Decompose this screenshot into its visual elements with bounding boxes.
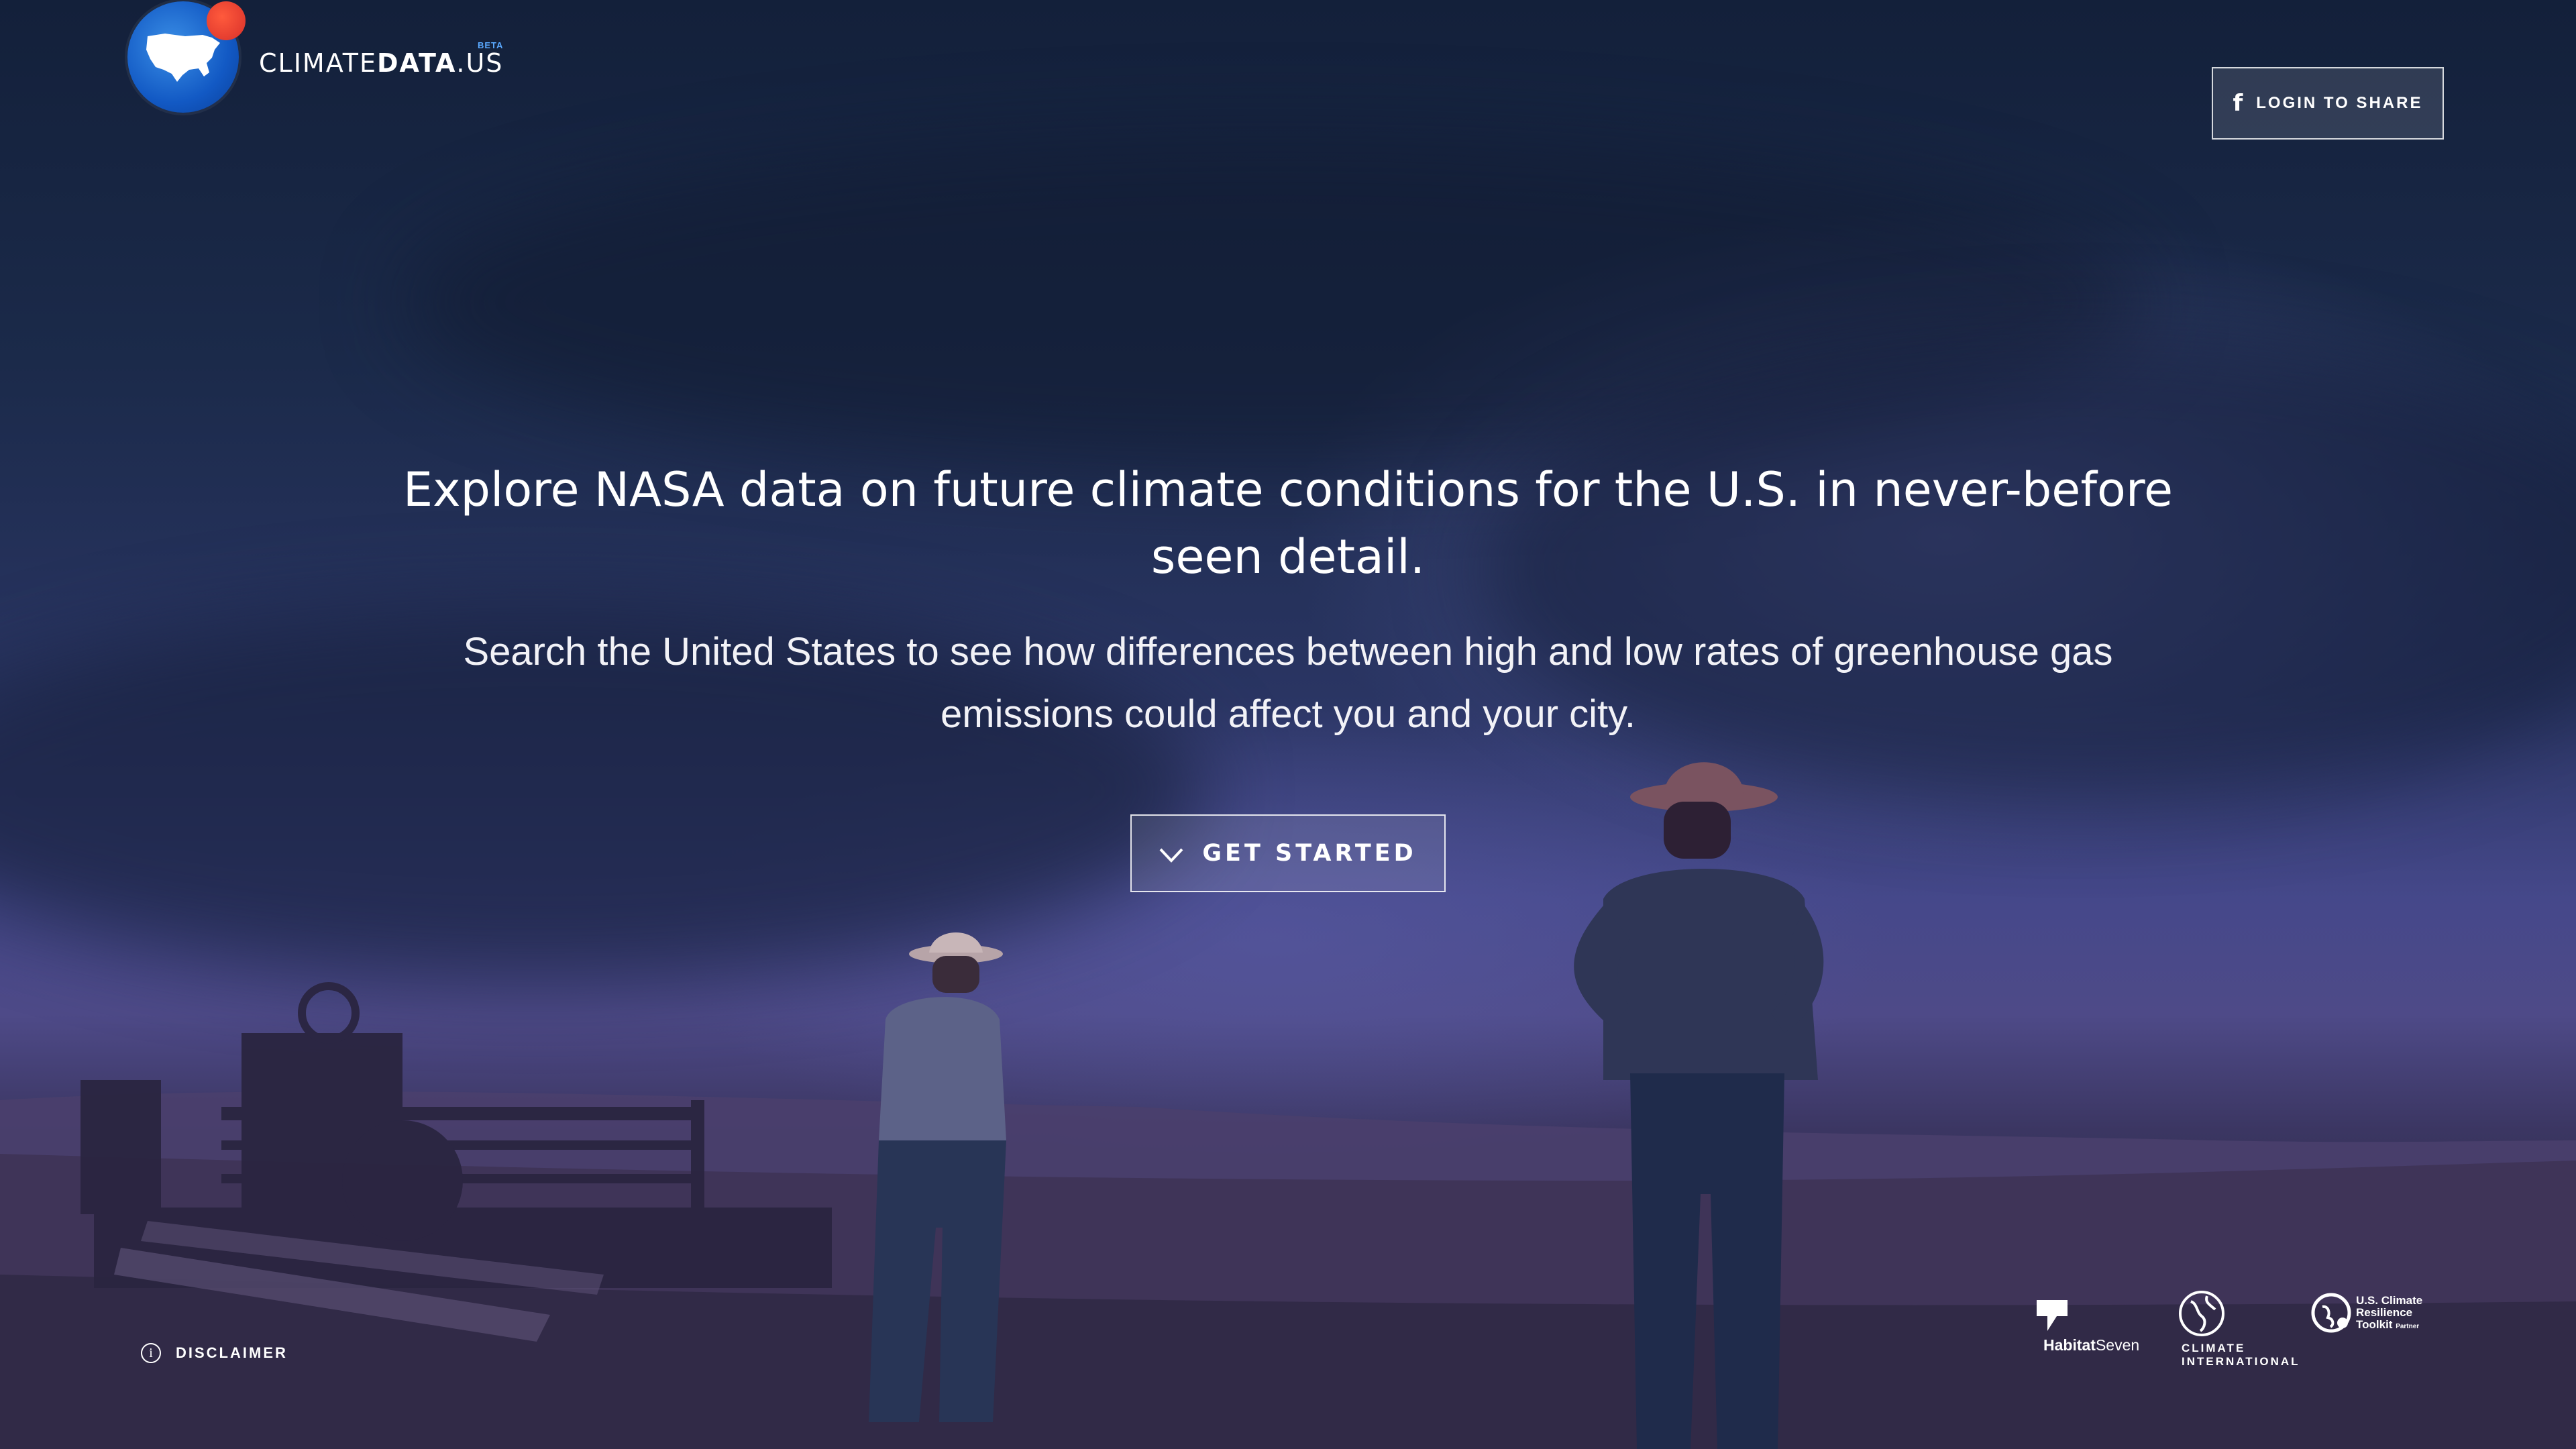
toolkit-globe-icon [2311, 1293, 2351, 1333]
climate-international-label: CLIMATE INTERNATIONAL [2182, 1342, 2300, 1368]
brand-name-part2: DATA [376, 48, 457, 78]
facebook-icon: f [2233, 90, 2243, 117]
brand-name: CLIMATEDATA.US [259, 48, 503, 78]
habitat-seven-icon [2037, 1300, 2068, 1331]
ci-label-line1: CLIMATE [2182, 1342, 2246, 1354]
partner-climate-international[interactable]: CLIMATE INTERNATIONAL [2178, 1289, 2298, 1370]
partner-habitat-seven[interactable]: HabitatSeven [2037, 1300, 2151, 1354]
disclaimer-label: DISCLAIMER [176, 1344, 288, 1361]
site-logo[interactable]: CLIMATEDATA.US BETA [127, 1, 530, 115]
beta-badge: BETA [478, 40, 504, 50]
disclaimer-link[interactable]: i DISCLAIMER [141, 1343, 288, 1363]
info-icon: i [141, 1343, 161, 1363]
toolkit-label-line2: Resilience [2356, 1306, 2413, 1319]
toolkit-label: U.S. Climate Resilience Toolkit Partner [2356, 1295, 2422, 1333]
habitat-seven-label: HabitatSeven [2043, 1336, 2139, 1354]
login-button-label: LOGIN TO SHARE [2256, 94, 2423, 112]
globe-icon [2179, 1291, 2224, 1336]
toolkit-label-line3: Toolkit [2356, 1318, 2393, 1331]
toolkit-label-line1: U.S. Climate [2356, 1294, 2423, 1307]
brand-name-part3: .US [456, 48, 504, 78]
us-map-globe-icon [146, 34, 220, 82]
partner-us-climate-resilience-toolkit[interactable]: U.S. Climate Resilience Toolkit Partner [2310, 1292, 2445, 1339]
logo-accent-dot [207, 1, 246, 40]
hero-headline: Explore NASA data on future climate cond… [402, 462, 2174, 584]
habitat-label-light: Seven [2095, 1336, 2140, 1354]
login-to-share-button[interactable]: f LOGIN TO SHARE [2212, 67, 2444, 140]
habitat-label-bold: Habitat [2043, 1336, 2096, 1354]
hero-subheadline: Search the United States to see how diff… [463, 630, 2113, 736]
chevron-down-icon [1159, 848, 1183, 863]
brand-name-part1: CLIMATE [259, 48, 377, 78]
ci-label-line2: INTERNATIONAL [2182, 1355, 2300, 1368]
get-started-label: GET STARTED [1202, 840, 1417, 867]
toolkit-partner-tag: Partner [2396, 1323, 2420, 1330]
get-started-button[interactable]: GET STARTED [1130, 814, 1446, 892]
